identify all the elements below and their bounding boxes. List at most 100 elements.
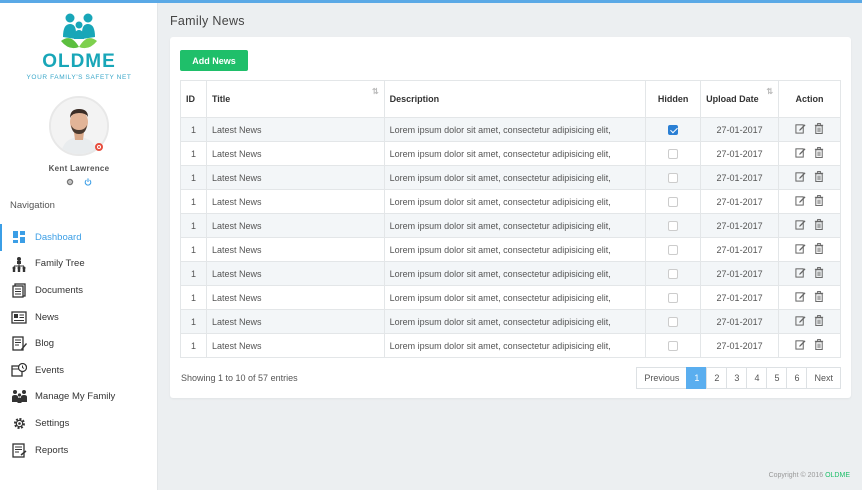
cell-action [778,333,841,358]
delete-icon[interactable] [814,243,824,256]
column-header-title[interactable]: Title ⇅ [205,80,385,118]
sort-icon[interactable]: ⇅ [766,87,773,96]
next-page-button[interactable]: Next [806,367,841,389]
sidebar-item-reports[interactable]: Reports [0,437,158,464]
cell-title: Latest News [205,237,385,262]
table-row: 1 Latest News Lorem ipsum dolor sit amet, … [180,333,841,358]
hidden-checkbox[interactable] [668,292,679,303]
edit-icon[interactable] [795,315,806,328]
entries-info: Showing 1 to 10 of 57 entries [181,373,298,383]
sidebar-item-blog[interactable]: Blog [0,330,158,357]
column-header-hidden[interactable]: Hidden [645,80,702,118]
sort-icon[interactable]: ⇅ [372,87,379,96]
delete-icon[interactable] [814,339,824,352]
sidebar-item-dashboard[interactable]: Dashboard [0,224,158,251]
top-accent-bar [0,0,862,3]
cell-hidden [645,309,702,334]
cell-id: 1 [180,237,207,262]
sidebar-item-label: Manage My Family [35,391,116,403]
cell-description: Lorem ipsum dolor sit amet, consectetur … [383,285,647,310]
delete-icon[interactable] [814,123,824,136]
cell-hidden [645,261,702,286]
previous-page-button[interactable]: Previous [636,367,688,389]
sidebar-item-label: Dashboard [35,231,82,243]
hidden-checkbox[interactable] [668,244,679,255]
sidebar-item-documents[interactable]: Documents [0,277,158,304]
settings-gear-icon[interactable] [66,178,74,188]
status-indicator [95,143,103,151]
add-news-button[interactable]: Add News [180,50,248,71]
hidden-checkbox[interactable] [668,340,679,351]
delete-icon[interactable] [814,315,824,328]
edit-icon[interactable] [795,267,806,280]
cell-action [778,261,841,286]
sidebar-item-label: Documents [35,284,84,296]
hidden-checkbox[interactable] [668,316,679,327]
cell-title: Latest News [205,213,385,238]
cell-action [778,237,841,262]
page-button-1[interactable]: 1 [686,367,708,389]
cell-description: Lorem ipsum dolor sit amet, consectetur … [383,165,647,190]
page-button-4[interactable]: 4 [746,367,768,389]
cell-id: 1 [180,309,207,334]
edit-icon[interactable] [795,147,806,160]
power-icon[interactable] [84,178,92,188]
table-row: 1 Latest News Lorem ipsum dolor sit amet, … [180,141,841,166]
edit-icon[interactable] [795,291,806,304]
hidden-checkbox[interactable] [668,124,679,135]
cell-action [778,285,841,310]
hidden-checkbox[interactable] [668,220,679,231]
news-table: ID Title ⇅ Description Hidden Upload Date… [180,80,841,358]
cell-upload-date: 27-01-2017 [700,141,780,166]
edit-icon[interactable] [795,243,806,256]
logo[interactable]: OLDME YOUR FAMILY'S SAFETY NET [0,11,158,81]
documents-icon [10,281,28,299]
delete-icon[interactable] [814,267,824,280]
cell-description: Lorem ipsum dolor sit amet, consectetur … [383,261,647,286]
brand-name: OLDME [42,51,116,72]
page-button-2[interactable]: 2 [706,367,728,389]
cell-description: Lorem ipsum dolor sit amet, consectetur … [383,213,647,238]
cell-id: 1 [180,285,207,310]
cell-title: Latest News [205,141,385,166]
delete-icon[interactable] [814,291,824,304]
settings-icon [10,414,28,432]
sidebar-item-settings[interactable]: Settings [0,410,158,437]
cell-description: Lorem ipsum dolor sit amet, consectetur … [383,309,647,334]
hidden-checkbox[interactable] [668,172,679,183]
sidebar-item-label: Family Tree [35,258,85,270]
delete-icon[interactable] [814,219,824,232]
cell-title: Latest News [205,261,385,286]
footer: Copyright © 2016 OLDME [769,472,850,479]
footer-brand-link[interactable]: OLDME [825,472,850,479]
cell-description: Lorem ipsum dolor sit amet, consectetur … [383,117,647,142]
sidebar-item-manage-family[interactable]: Manage My Family [0,384,158,411]
delete-icon[interactable] [814,147,824,160]
cell-title: Latest News [205,285,385,310]
hidden-checkbox[interactable] [668,196,679,207]
edit-icon[interactable] [795,219,806,232]
column-header-action: Action [778,80,841,118]
column-header-id[interactable]: ID [180,80,207,118]
hidden-checkbox[interactable] [668,148,679,159]
sidebar-item-events[interactable]: Events [0,357,158,384]
edit-icon[interactable] [795,123,806,136]
sidebar-item-label: Settings [35,417,70,429]
pagination: Previous 1 2 3 4 5 6 Next [636,367,841,389]
edit-icon[interactable] [795,171,806,184]
column-header-description[interactable]: Description [383,80,647,118]
cell-title: Latest News [205,333,385,358]
column-header-upload-date[interactable]: Upload Date ⇅ [700,80,780,118]
page-button-3[interactable]: 3 [726,367,748,389]
page-button-5[interactable]: 5 [766,367,788,389]
page-button-6[interactable]: 6 [786,367,808,389]
delete-icon[interactable] [814,171,824,184]
sidebar-item-news[interactable]: News [0,304,158,331]
edit-icon[interactable] [795,195,806,208]
delete-icon[interactable] [814,195,824,208]
hidden-checkbox[interactable] [668,268,679,279]
edit-icon[interactable] [795,339,806,352]
cell-title: Latest News [205,165,385,190]
sidebar-item-family-tree[interactable]: Family Tree [0,251,158,278]
table-row: 1 Latest News Lorem ipsum dolor sit amet, … [180,213,841,238]
